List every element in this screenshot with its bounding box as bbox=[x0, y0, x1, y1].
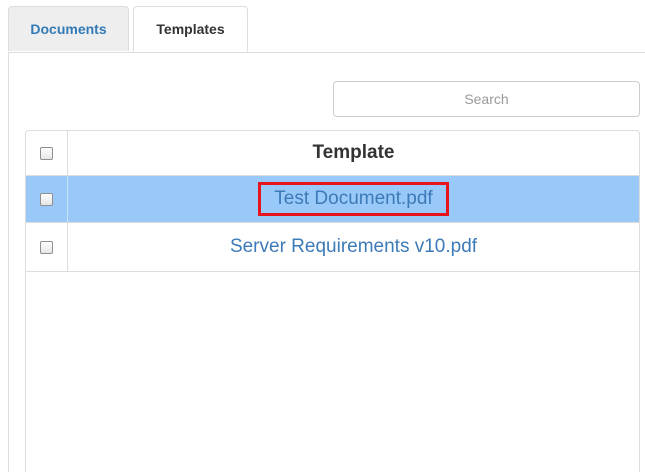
table-row[interactable]: Server Requirements v10.pdf bbox=[26, 223, 639, 272]
templates-page: Documents Templates Template Test Do bbox=[0, 0, 645, 472]
file-link[interactable]: Test Document.pdf bbox=[274, 188, 432, 209]
tab-documents[interactable]: Documents bbox=[8, 6, 129, 51]
row-checkbox[interactable] bbox=[40, 192, 53, 206]
search-input[interactable] bbox=[333, 81, 640, 117]
row-checkbox[interactable] bbox=[40, 240, 53, 254]
templates-panel: Template Test Document.pdf Serve bbox=[8, 52, 645, 472]
tab-templates[interactable]: Templates bbox=[133, 6, 248, 52]
templates-table: Template Test Document.pdf Server Requir… bbox=[25, 130, 640, 472]
table-row[interactable]: Test Document.pdf bbox=[26, 176, 639, 223]
row-name-cell: Server Requirements v10.pdf bbox=[68, 223, 639, 271]
tab-bar: Documents Templates bbox=[8, 6, 645, 53]
highlight-box: Test Document.pdf bbox=[258, 182, 449, 216]
row-name-cell: Test Document.pdf bbox=[68, 176, 639, 222]
file-link[interactable]: Server Requirements v10.pdf bbox=[230, 236, 477, 258]
select-all-cell bbox=[26, 131, 68, 175]
template-header-label: Template bbox=[312, 142, 395, 163]
row-check-cell bbox=[26, 176, 68, 222]
template-column-header: Template bbox=[68, 131, 639, 175]
select-all-checkbox[interactable] bbox=[40, 146, 53, 160]
row-check-cell bbox=[26, 223, 68, 271]
table-header-row: Template bbox=[26, 131, 639, 176]
